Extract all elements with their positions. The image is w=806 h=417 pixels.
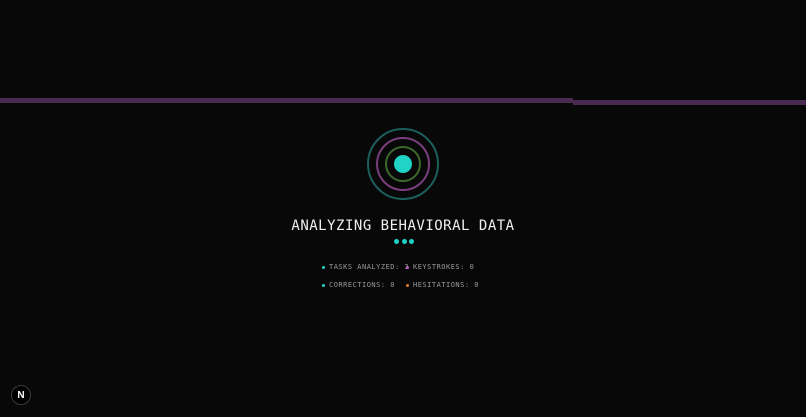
- pulse-core: [394, 155, 412, 173]
- pulse-rings-icon: [367, 128, 439, 200]
- loading-dot: [394, 239, 399, 244]
- stat-text: KEYSTROKES: 0: [413, 263, 475, 271]
- stat-text: CORRECTIONS: 0: [329, 281, 396, 289]
- loading-dots-icon: [394, 239, 414, 244]
- nextjs-logo-icon: N: [17, 389, 25, 401]
- nextjs-logo-button[interactable]: N: [11, 385, 31, 405]
- bullet-icon: [322, 283, 325, 287]
- stat-corrections: CORRECTIONS: 0: [322, 281, 395, 289]
- stat-hesitations: HESITATIONS: 0: [406, 281, 479, 289]
- stat-tasks-analyzed: TASKS ANALYZED: 3: [322, 263, 409, 271]
- progress-stripe-left: [0, 98, 573, 103]
- loading-dot: [401, 239, 407, 244]
- loading-dot: [409, 239, 414, 244]
- bullet-icon: [406, 283, 409, 287]
- stat-text: HESITATIONS: 0: [413, 281, 480, 289]
- status-title: ANALYZING BEHAVIORAL DATA: [291, 218, 515, 234]
- stat-keystrokes: KEYSTROKES: 0: [406, 263, 474, 271]
- progress-stripe-right: [573, 100, 806, 105]
- stat-text: TASKS ANALYZED: 3: [329, 263, 410, 271]
- bullet-icon: [322, 265, 325, 269]
- bullet-icon: [406, 265, 409, 269]
